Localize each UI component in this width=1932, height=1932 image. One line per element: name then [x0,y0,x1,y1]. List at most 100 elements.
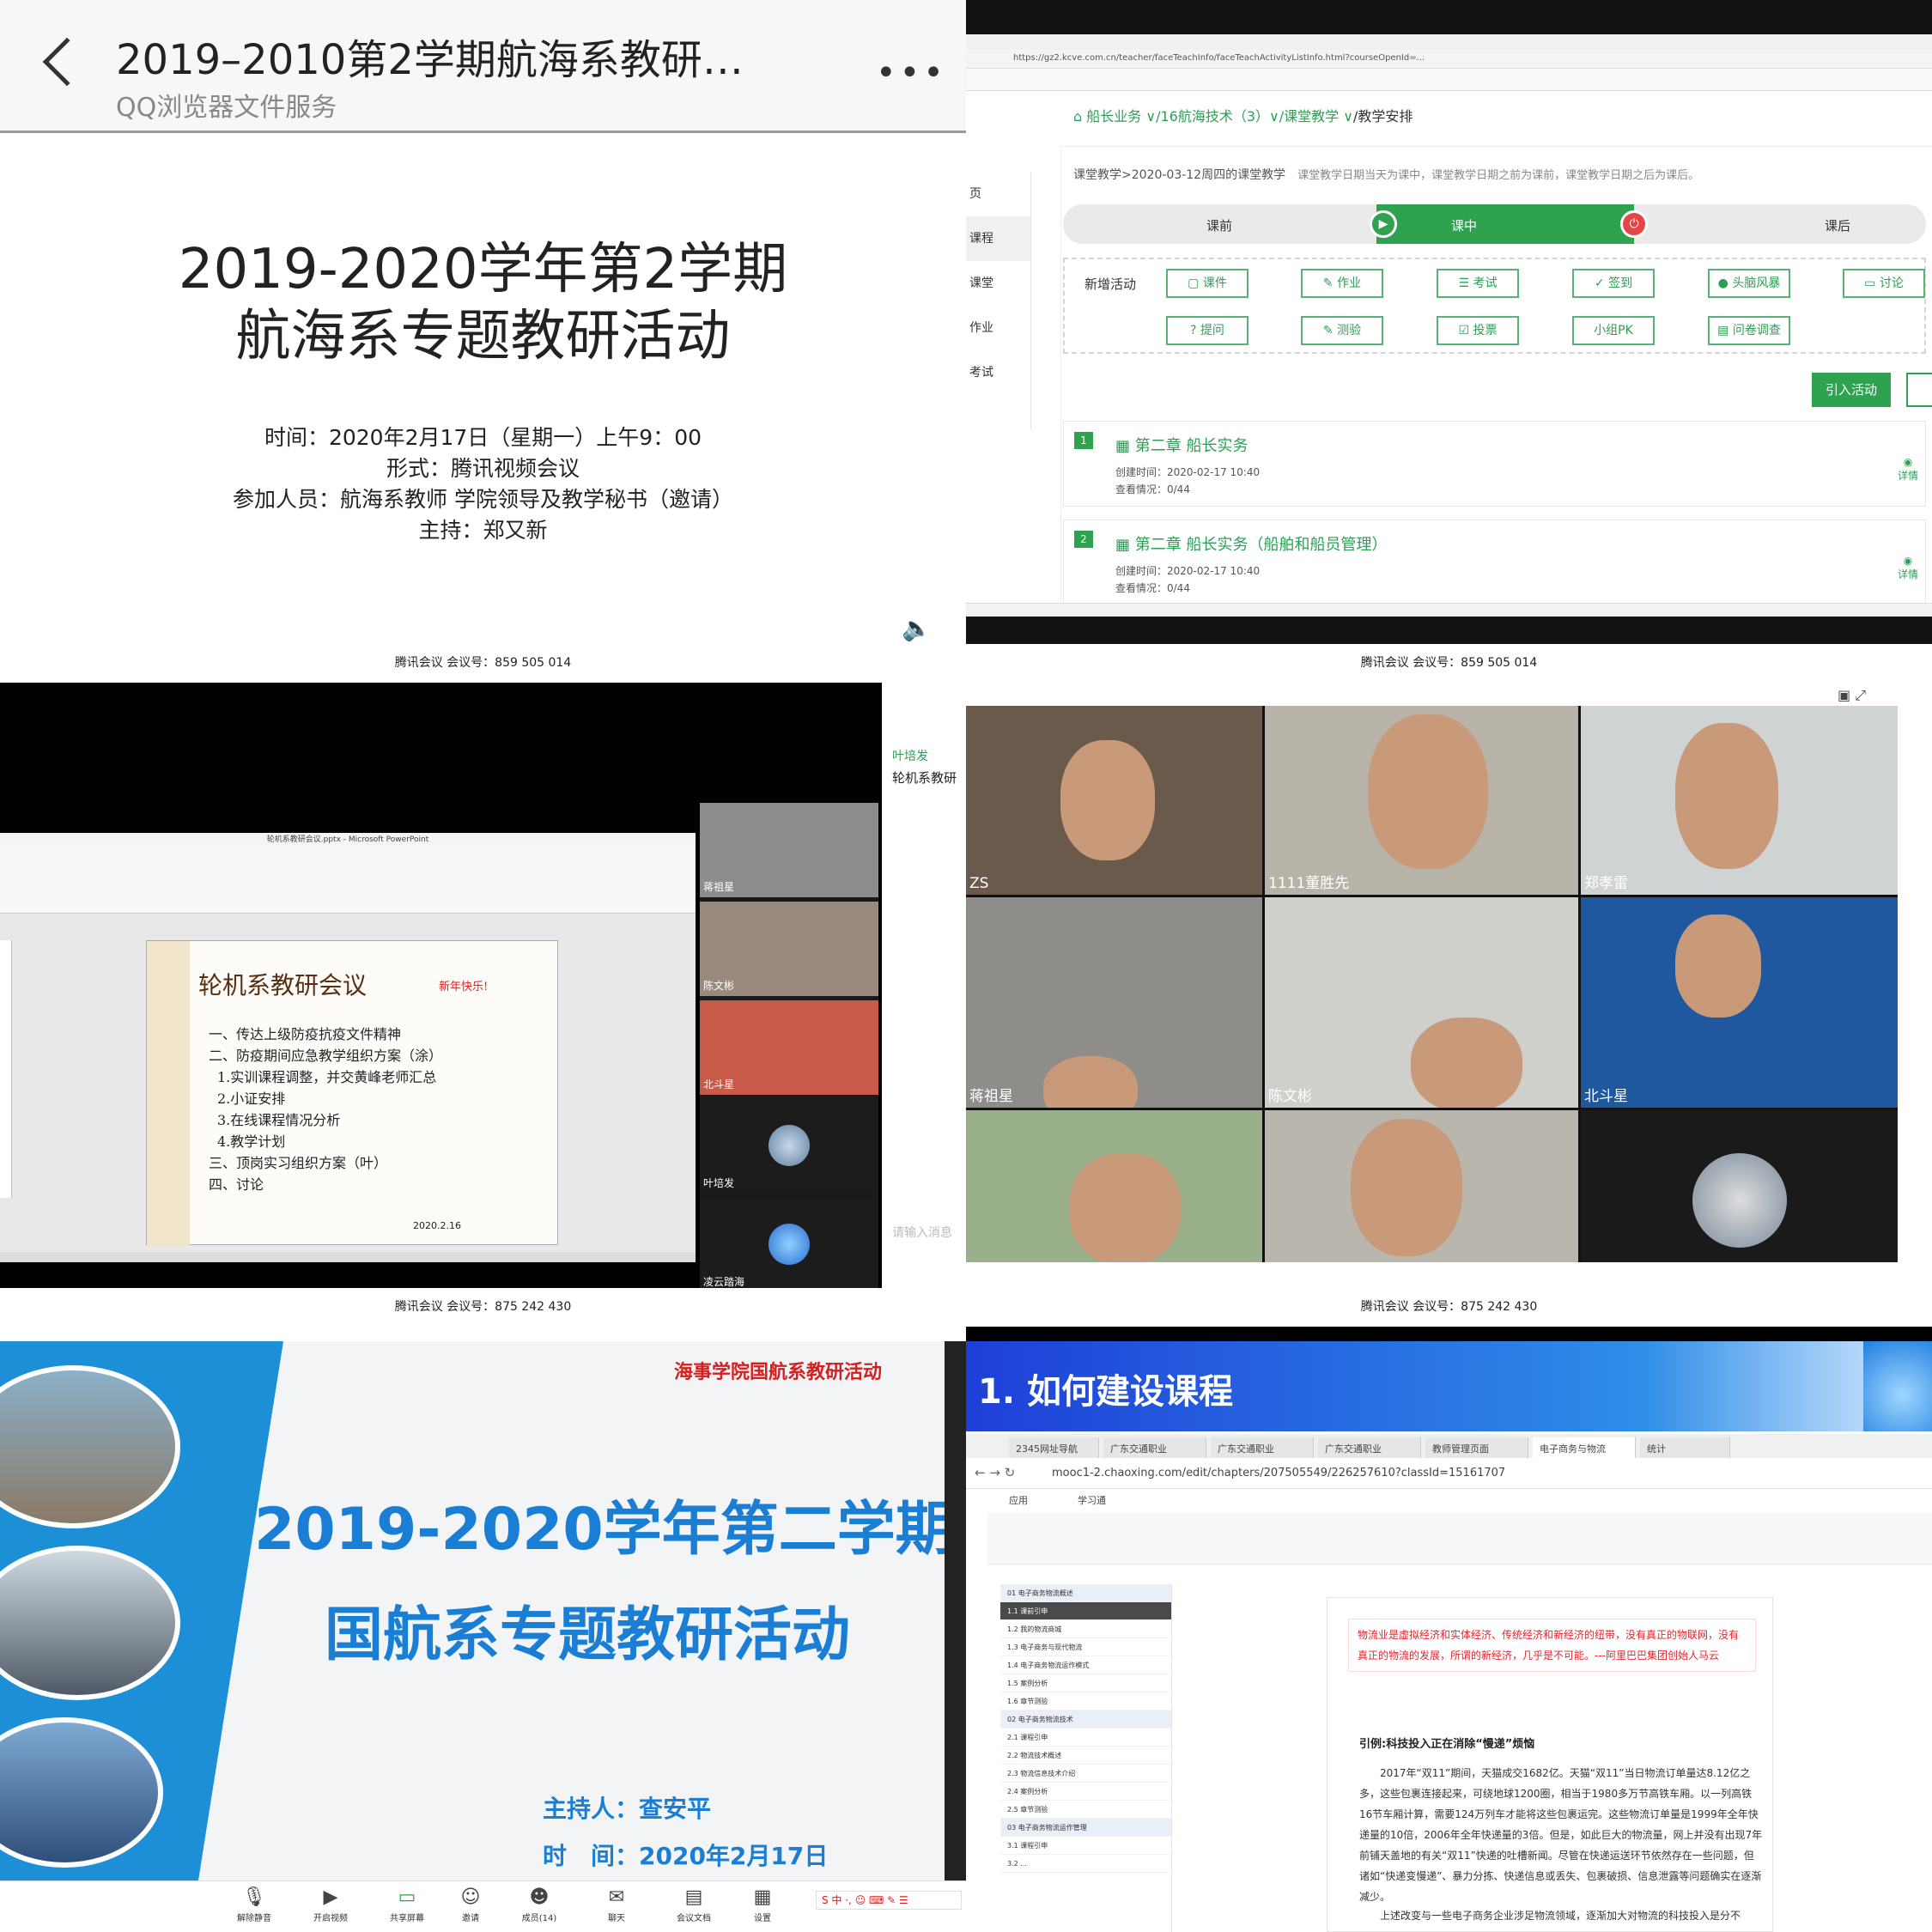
activity-question-button[interactable]: ? 提问 [1166,316,1249,345]
input-method-bar[interactable]: S 中 ·, ☺ ⌨ ✎ ☰ [816,1891,962,1910]
participant-video[interactable]: 叶培发 [700,1099,878,1194]
participant-video[interactable]: 北斗星 [700,1000,878,1095]
settings-button[interactable]: ▦ 设置 [738,1885,787,1923]
slide-thumbnails[interactable] [0,940,12,1198]
more-options-icon[interactable]: ••• [876,53,947,93]
activity-brainstorm-button[interactable]: ● 头脑风暴 [1708,269,1790,298]
participant-sidebar[interactable] [1911,706,1932,1262]
participant-video[interactable] [1265,1110,1578,1262]
meeting-docs-button[interactable]: ▤ 会议文档 [670,1885,718,1923]
editor-toolbar[interactable] [987,1513,1932,1564]
unmute-button[interactable]: 🎙 解除静音 [230,1885,278,1923]
extra-button[interactable] [1906,373,1932,407]
chapter-item[interactable]: 1.5 案例分析 [1000,1674,1171,1692]
home-icon[interactable]: ⌂ [1073,108,1086,125]
browser-status-bar [966,603,1932,617]
chapter-item[interactable]: 2.3 物流信息技术介绍 [1000,1765,1171,1783]
participant-video[interactable]: 凌云踏海 [700,1198,878,1288]
members-button[interactable]: ☻ 成员(14) [515,1885,563,1923]
participant-video[interactable]: 蒋祖星 [700,803,878,897]
chapter-item[interactable]: 03 电子商务物流运作管理 [1000,1819,1171,1837]
item-detail-link[interactable]: ◉ 详情 [1898,456,1918,483]
breadcrumb-item[interactable]: /16航海技术（3）∨ [1156,108,1279,125]
apps-link[interactable]: 应用 [1009,1493,1028,1507]
scroll-area[interactable] [945,1341,966,1880]
chat-input[interactable]: 请输入消息 [892,1224,952,1241]
participant-video[interactable]: 陈文彬 [700,902,878,996]
browser-tab[interactable]: 2345网址导航 [1009,1437,1099,1458]
play-icon[interactable]: ▶ [1370,210,1397,238]
participant-video[interactable] [1581,1110,1898,1262]
layout-icon[interactable]: ▣ ⤢ [1838,687,1866,704]
browser-tab[interactable]: 广东交通职业 [1211,1437,1314,1458]
activity-vote-button[interactable]: ☑ 投票 [1437,316,1519,345]
chapter-item[interactable]: 2.1 课程引申 [1000,1728,1171,1747]
activity-item[interactable]: 2 ▦ 第二章 船长实务（船舶和船员管理） 创建时间：2020-02-17 10… [1063,519,1926,605]
activity-homework-button[interactable]: ✎ 作业 [1301,269,1383,298]
breadcrumb-item[interactable]: 船长业务 ∨ [1086,108,1156,125]
activity-checkin-button[interactable]: ✓ 签到 [1572,269,1655,298]
chapter-item[interactable]: 1.2 我的物流商城 [1000,1620,1171,1638]
browser-tab[interactable]: 广东交通职业 [1103,1437,1206,1458]
activity-item[interactable]: 1 ▦ 第二章 船长实务 创建时间：2020-02-17 10:40 查看情况：… [1063,421,1926,507]
participant-video[interactable]: 陈文彬 [1265,897,1578,1108]
chapter-item[interactable]: 2.2 物流技术概述 [1000,1747,1171,1765]
chapter-item[interactable]: 1.3 电子商务与现代物流 [1000,1638,1171,1656]
activity-quiz-button[interactable]: ✎ 测验 [1301,316,1383,345]
import-activity-button[interactable]: 引入活动 [1812,373,1891,407]
nav-arrows-icon[interactable]: ← → ↻ [975,1465,1015,1480]
activity-courseware-button[interactable]: ▢ 课件 [1166,269,1249,298]
participant-video[interactable]: ZS [966,706,1262,895]
chapter-item[interactable]: 2.5 章节测验 [1000,1801,1171,1819]
participant-video[interactable]: 北斗星 [1581,897,1898,1108]
step-before[interactable]: 课前 [1206,216,1232,234]
xuexitong-link[interactable]: 学习通 [1078,1493,1106,1507]
chapter-item[interactable]: 02 电子商务物流技术 [1000,1710,1171,1728]
item-title[interactable]: ▦ 第二章 船长实务（船舶和船员管理） [1115,532,1387,555]
activity-exam-button[interactable]: ☰ 考试 [1437,269,1519,298]
url-text[interactable]: mooc1-2.chaoxing.com/edit/chapters/20750… [1052,1467,1505,1479]
activity-discussion-button[interactable]: ▭ 讨论 [1843,269,1925,298]
browser-tab[interactable]: 广东交通职业 [1318,1437,1421,1458]
side-nav-item[interactable]: 考试 [966,350,1030,395]
chapter-item[interactable]: 01 电子商务物流概述 [1000,1584,1171,1602]
course-platform-panel: https://gz2.kcve.com.cn/teacher/faceTeac… [966,0,1932,644]
breadcrumb-item[interactable]: /课堂教学 ∨ [1279,108,1353,125]
slide-line: 1.实训课程调整，并交黄峰老师汇总 [217,1069,437,1085]
share-screen-button[interactable]: ▭ 共享屏幕 [383,1885,431,1923]
step-during[interactable]: 课中 [1451,216,1477,234]
participant-video[interactable]: 1111董胜先 [1265,706,1578,895]
start-video-button[interactable]: ▶ 开启视频 [307,1885,355,1923]
chapter-item[interactable]: 2.4 案例分析 [1000,1783,1171,1801]
speaker-icon[interactable]: 🔈 [902,614,936,642]
item-detail-link[interactable]: ◉ 详情 [1898,555,1918,581]
participant-video[interactable] [966,1110,1262,1262]
power-icon[interactable]: ⏻ [1620,210,1648,238]
chapter-item[interactable]: 1.6 章节测验 [1000,1692,1171,1710]
side-nav-item[interactable]: 课堂 [966,261,1030,306]
invite-button[interactable]: ☺ 邀请 [447,1885,495,1923]
browser-address-bar[interactable]: ← → ↻ mooc1-2.chaoxing.com/edit/chapters… [966,1458,1932,1489]
item-title[interactable]: ▦ 第二章 船长实务 [1115,434,1248,456]
url-text[interactable]: https://gz2.kcve.com.cn/teacher/faceTeac… [1013,53,1425,63]
side-nav-item[interactable]: 作业 [966,306,1030,350]
browser-tab[interactable]: 教师管理页面 [1425,1437,1528,1458]
back-arrow-icon[interactable] [42,37,92,87]
participant-video[interactable]: 蒋祖星 [966,897,1262,1108]
step-after[interactable]: 课后 [1825,216,1850,234]
chapter-item[interactable]: 3.2 ... [1000,1855,1171,1873]
side-nav-item[interactable]: 课程 [966,216,1030,261]
chapter-item[interactable]: 1.4 电子商务物流运作模式 [1000,1656,1171,1674]
activity-survey-button[interactable]: ▤ 问卷调查 [1708,316,1790,345]
participant-video-list[interactable]: 蒋祖星 陈文彬 北斗星 叶培发 凌云踏海 [700,803,878,1288]
side-nav-item[interactable]: 页 [966,172,1030,216]
meeting-toolbar[interactable] [966,1262,1932,1288]
activity-group-pk-button[interactable]: 小组PK [1572,316,1655,345]
browser-tab-active[interactable]: 电子商务与物流 [1533,1437,1636,1458]
browser-address-bar[interactable]: https://gz2.kcve.com.cn/teacher/faceTeac… [966,50,1932,69]
chapter-item[interactable]: 3.1 课程引申 [1000,1837,1171,1855]
browser-tab[interactable]: 统计 [1640,1437,1730,1458]
chat-button[interactable]: ✉ 聊天 [592,1885,641,1923]
chapter-item[interactable]: 1.1 课前引申 [1000,1602,1171,1620]
participant-video[interactable]: 郑孝雷 [1581,706,1898,895]
